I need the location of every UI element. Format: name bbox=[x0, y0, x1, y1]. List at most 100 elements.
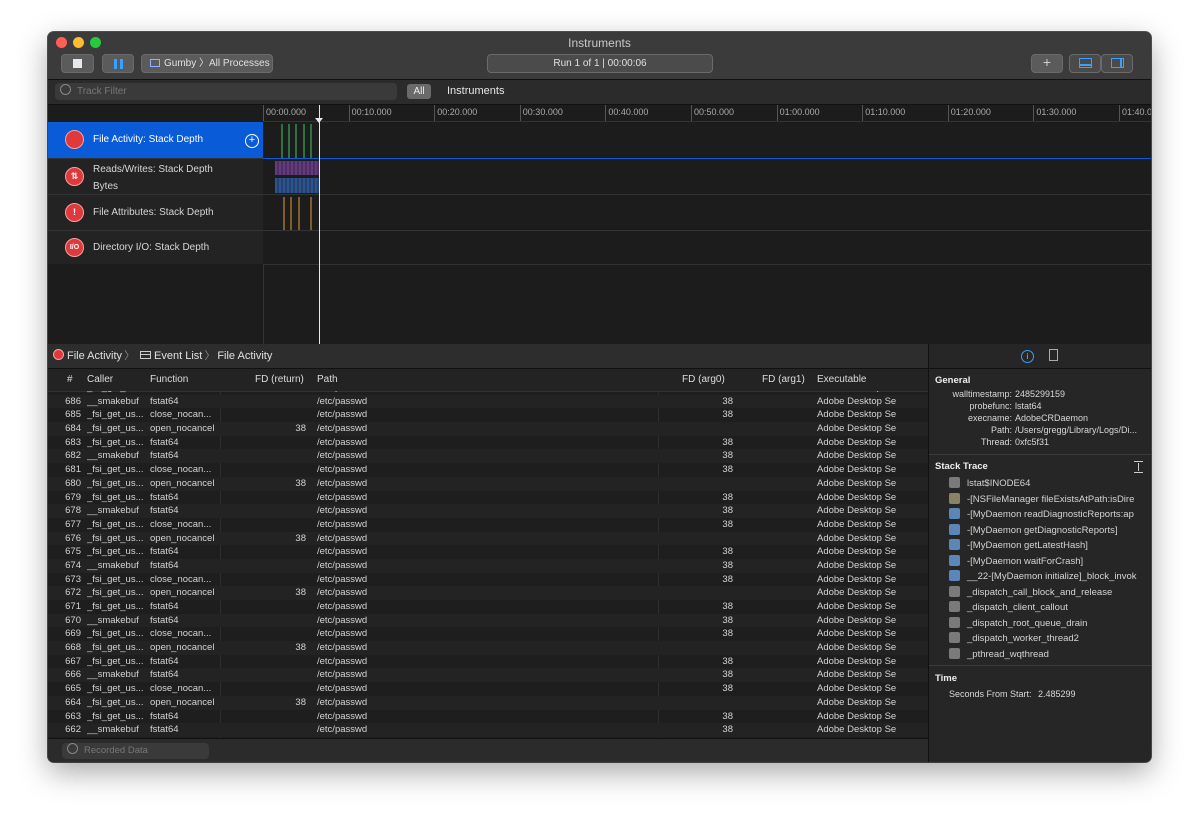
column-header-fd-arg1[interactable]: FD (arg1) bbox=[762, 374, 805, 385]
breadcrumb-view[interactable]: Event List bbox=[154, 350, 202, 362]
stack-frame[interactable]: -[MyDaemon getDiagnosticReports] bbox=[949, 523, 1149, 539]
column-header-number[interactable]: # bbox=[67, 374, 73, 385]
add-instrument-button[interactable]: + bbox=[1031, 54, 1063, 73]
stack-frame[interactable]: lstat$INODE64 bbox=[949, 477, 1149, 492]
row-caller: _fsi_get_us... bbox=[87, 587, 144, 599]
breadcrumb-root[interactable]: File Activity bbox=[67, 350, 122, 362]
row-executable: Adobe Desktop Se bbox=[817, 532, 897, 544]
inspector-tabs: i bbox=[929, 344, 1151, 369]
row-function: fstat64 bbox=[150, 450, 179, 462]
table-row[interactable]: 684 _fsi_get_us... open_nocancel 38/etc/pas… bbox=[48, 422, 928, 436]
table-row[interactable]: 676 _fsi_get_us... open_nocancel 38/etc/pas… bbox=[48, 531, 928, 546]
row-fd-arg0: 38 bbox=[722, 710, 733, 722]
table-row[interactable]: 675 _fsi_get_us... fstat64/etc/passwd 38 Ado… bbox=[48, 545, 928, 559]
column-header-fd-arg0[interactable]: FD (arg0) bbox=[682, 374, 725, 385]
table-row[interactable]: 670 __smakebuf fstat64/etc/passwd 38 Adobe D… bbox=[48, 613, 928, 628]
table-row[interactable]: 677 _fsi_get_us... close_nocan... /etc/pass… bbox=[48, 518, 928, 532]
table-row[interactable]: 669 _fsi_get_us... close_nocan... /etc/pass… bbox=[48, 627, 928, 641]
toggle-detail-area-button[interactable] bbox=[1069, 54, 1101, 73]
track-filter-input[interactable]: Track Filter bbox=[55, 83, 397, 100]
document-icon[interactable] bbox=[1049, 349, 1058, 361]
row-caller: _fsi_get_us... bbox=[87, 628, 144, 640]
stack-frame[interactable]: __22-[MyDaemon initialize]_block_invok bbox=[949, 570, 1149, 585]
expand-stack-icon[interactable] bbox=[1134, 461, 1143, 473]
row-path: /etc/passwd bbox=[317, 436, 368, 448]
scope-instruments-button[interactable]: Instruments bbox=[447, 84, 504, 99]
table-row[interactable]: 680 _fsi_get_us... open_nocancel 38/etc/pas… bbox=[48, 476, 928, 491]
column-header-function[interactable]: Function bbox=[150, 374, 188, 385]
table-row[interactable]: 672 _fsi_get_us... open_nocancel 38/etc/pas… bbox=[48, 586, 928, 600]
track-file-activity[interactable]: File Activity: Stack Depth + bbox=[48, 122, 263, 159]
timeline-area[interactable]: 00:00.000 00:10.000 00:20.000 00:30.000 00:4… bbox=[48, 105, 1151, 344]
table-row[interactable]: 678 __smakebuf fstat64/etc/passwd 38 Adobe D… bbox=[48, 504, 928, 518]
table-row[interactable]: 683 _fsi_get_us... fstat64/etc/passwd 38 Ado… bbox=[48, 436, 928, 450]
stop-recording-button[interactable] bbox=[61, 54, 94, 73]
add-track-icon[interactable]: + bbox=[245, 134, 259, 148]
column-header-path[interactable]: Path bbox=[317, 374, 338, 385]
time-ruler[interactable]: 00:00.000 00:10.000 00:20.000 00:30.000 00:4… bbox=[263, 105, 1151, 122]
track-reads-writes[interactable]: ⇅ Reads/Writes: Stack Depth Bytes bbox=[48, 159, 263, 195]
scope-all-button[interactable]: All bbox=[407, 84, 431, 99]
table-row[interactable]: 666 __smakebuf fstat64/etc/passwd 38 Adobe D… bbox=[48, 668, 928, 683]
column-header-executable[interactable]: Executable bbox=[817, 374, 866, 385]
track-file-attributes[interactable]: ! File Attributes: Stack Depth bbox=[48, 195, 263, 231]
event-table[interactable]: # Caller Function FD (return) Path FD (a… bbox=[48, 369, 928, 738]
row-number: 678 bbox=[65, 505, 81, 517]
stack-frame[interactable]: _pthread_wqthread bbox=[949, 647, 1149, 663]
track-label: File Activity: Stack Depth bbox=[93, 134, 204, 145]
row-caller: __smakebuf bbox=[87, 450, 139, 462]
column-header-caller[interactable]: Caller bbox=[87, 374, 113, 385]
track-graph-file-attributes[interactable] bbox=[263, 195, 1151, 231]
table-row[interactable]: 673 _fsi_get_us... close_nocan... /etc/pass… bbox=[48, 573, 928, 587]
row-number: 686 bbox=[65, 395, 81, 407]
track-graph-directory-io[interactable] bbox=[263, 231, 1151, 265]
table-row[interactable]: 663 _fsi_get_us... fstat64/etc/passwd 38 Ado… bbox=[48, 710, 928, 724]
breadcrumb-leaf[interactable]: File Activity bbox=[217, 350, 272, 362]
row-fd-arg0: 38 bbox=[722, 724, 733, 736]
table-row[interactable]: 679 _fsi_get_us... fstat64/etc/passwd 38 Ado… bbox=[48, 491, 928, 505]
track-graph-reads-writes[interactable] bbox=[263, 159, 1151, 195]
stack-frame[interactable]: -[MyDaemon getLatestHash] bbox=[949, 539, 1149, 554]
stack-frame[interactable]: _dispatch_client_callout bbox=[949, 601, 1149, 616]
toggle-inspector-button[interactable] bbox=[1101, 54, 1133, 73]
column-header-fd-return[interactable]: FD (return) bbox=[255, 374, 304, 385]
user-icon bbox=[949, 508, 960, 519]
row-number: 668 bbox=[65, 642, 81, 654]
table-row[interactable]: 662 __smakebuf fstat64/etc/passwd 38 Adobe D… bbox=[48, 723, 928, 737]
table-row[interactable]: 667 _fsi_get_us... fstat64/etc/passwd 38 Ado… bbox=[48, 655, 928, 669]
stack-frame[interactable]: _dispatch_call_block_and_release bbox=[949, 585, 1149, 601]
gear-icon bbox=[949, 632, 960, 643]
row-executable: Adobe Desktop Se bbox=[817, 614, 897, 626]
table-row[interactable]: 674 __smakebuf fstat64/etc/passwd 38 Adobe D… bbox=[48, 558, 928, 573]
target-device-selector[interactable]: Gumby 〉All Processes bbox=[141, 54, 273, 73]
stack-frame[interactable]: -[MyDaemon waitForCrash] bbox=[949, 554, 1149, 570]
playhead-handle[interactable] bbox=[315, 118, 323, 123]
file-attributes-icon: ! bbox=[65, 203, 84, 222]
stack-frame[interactable]: -[MyDaemon readDiagnosticReports:ap bbox=[949, 508, 1149, 523]
row-number: 673 bbox=[65, 573, 81, 585]
stack-frame-label: -[MyDaemon waitForCrash] bbox=[967, 555, 1084, 567]
stack-frame[interactable]: -[NSFileManager fileExistsAtPath:isDire bbox=[949, 492, 1149, 508]
table-row[interactable]: 664 _fsi_get_us... open_nocancel 38/etc/pas… bbox=[48, 695, 928, 710]
table-body[interactable]: 687_fsi_get_us...fstat64/etc/passwd38Ado… bbox=[48, 391, 928, 738]
ruler-tick-label: 00:30.000 bbox=[519, 105, 563, 121]
stack-frame[interactable]: _dispatch_worker_thread2 bbox=[949, 632, 1149, 647]
recorded-data-filter-input[interactable]: Recorded Data bbox=[62, 743, 209, 759]
table-row[interactable]: 685 _fsi_get_us... close_nocan... /etc/pass… bbox=[48, 408, 928, 422]
table-row[interactable]: 681 _fsi_get_us... close_nocan... /etc/pass… bbox=[48, 463, 928, 477]
run-status-display[interactable]: Run 1 of 1 | 00:00:06 bbox=[487, 54, 713, 73]
table-row[interactable]: 671 _fsi_get_us... fstat64/etc/passwd 38 Ado… bbox=[48, 600, 928, 614]
table-row[interactable]: 682 __smakebuf fstat64/etc/passwd 38 Adobe D… bbox=[48, 449, 928, 464]
pause-icon bbox=[114, 59, 117, 69]
info-icon[interactable]: i bbox=[1021, 350, 1034, 363]
pause-recording-button[interactable] bbox=[102, 54, 134, 73]
stack-frame[interactable]: _dispatch_root_queue_drain bbox=[949, 616, 1149, 632]
table-row[interactable]: 668 _fsi_get_us... open_nocancel 38/etc/pas… bbox=[48, 641, 928, 655]
table-row[interactable]: 686 __smakebuf fstat64/etc/passwd 38 Adobe D… bbox=[48, 394, 928, 409]
track-directory-io[interactable]: I/O Directory I/O: Stack Depth bbox=[48, 231, 263, 265]
table-row[interactable]: 665 _fsi_get_us... close_nocan... /etc/pass… bbox=[48, 682, 928, 696]
playhead[interactable] bbox=[319, 105, 320, 344]
track-graph-file-activity[interactable] bbox=[263, 122, 1151, 159]
row-caller: _fsi_get_us... bbox=[87, 642, 144, 654]
row-number: 685 bbox=[65, 409, 81, 421]
